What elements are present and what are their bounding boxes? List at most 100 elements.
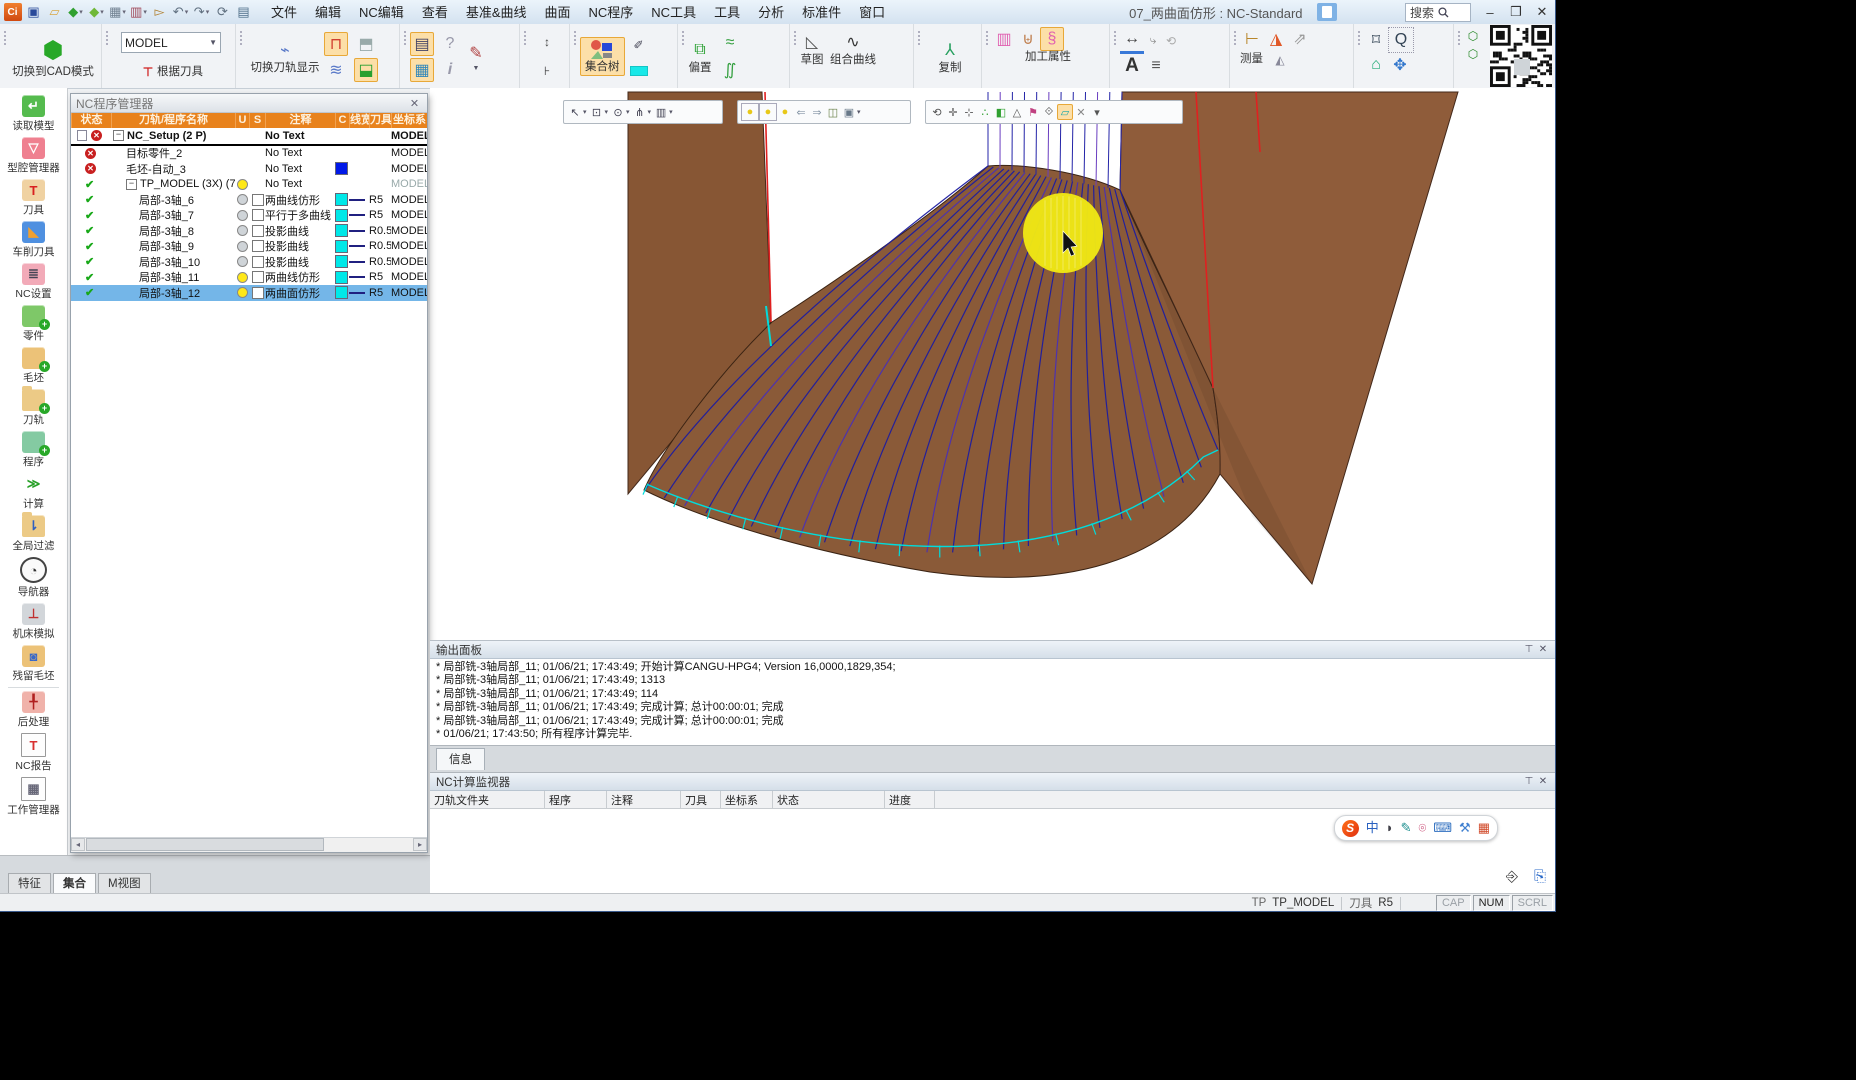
row-checkbox[interactable] — [252, 194, 264, 206]
table-row[interactable]: ✔局部-3轴_6两曲线仿形R5MODEL — [71, 192, 427, 208]
table-row[interactable]: ✕目标零件_2No TextMODEL — [71, 146, 427, 162]
next-state-icon[interactable]: ⇒ — [809, 104, 825, 120]
text-tool-icon[interactable]: A — [1120, 54, 1144, 78]
menu-item-11[interactable]: 标准件 — [793, 1, 850, 24]
bulb-off-icon[interactable] — [237, 241, 248, 252]
menu-item-8[interactable]: NC工具 — [642, 1, 705, 24]
sidebar-item-导航器[interactable]: ◔导航器 — [0, 557, 67, 599]
pocket-tool-icon[interactable]: ⊎ — [1016, 27, 1040, 51]
offset-button[interactable]: ⧉ 偏置 — [688, 38, 712, 75]
path-lines-toggle[interactable]: ≋ — [324, 58, 348, 82]
table-row[interactable]: ✕毛坯-自动_3No TextMODEL — [71, 161, 427, 177]
column-header-刀具[interactable]: 刀具 — [369, 113, 391, 128]
monitor-column-进度[interactable]: 进度 — [885, 791, 935, 808]
tab-info[interactable]: 信息 — [436, 748, 485, 770]
model-dropdown[interactable]: MODEL ▼ — [121, 32, 221, 53]
color-swatch[interactable] — [335, 286, 348, 299]
column-header-C[interactable]: C — [335, 113, 349, 128]
green-cube-toggle[interactable]: ⬓ — [354, 58, 378, 82]
select-circle-icon[interactable]: ⊙ — [610, 104, 626, 120]
sidebar-item-程序[interactable]: +程序 — [0, 431, 67, 469]
show-all-bulb-icon[interactable]: ● — [741, 103, 759, 121]
menu-item-7[interactable]: NC程序 — [580, 1, 643, 24]
collapse-icon[interactable]: − — [126, 179, 137, 190]
tree-dim-icon[interactable]: ⊦ — [538, 63, 556, 80]
row-checkbox[interactable] — [252, 271, 264, 283]
menu-item-4[interactable]: 查看 — [413, 1, 457, 24]
menu-item-2[interactable]: 编辑 — [306, 1, 350, 24]
reload-button[interactable]: ⟳ — [213, 2, 232, 22]
column-header-U[interactable]: U — [235, 113, 249, 128]
prev-state-icon[interactable]: ⇐ — [793, 104, 809, 120]
column-header-S[interactable]: S — [249, 113, 265, 128]
table-row[interactable]: ✔−TP_MODEL (3X) (7No TextMODEL — [71, 177, 427, 193]
bulb-on-icon[interactable] — [237, 287, 248, 298]
select-chain-icon[interactable]: ⋔ — [632, 104, 648, 120]
viewport-nav-icon[interactable]: ⎘ — [1534, 868, 1546, 885]
sidebar-item-型腔管理器[interactable]: ▽型腔管理器 — [0, 137, 67, 175]
row-checkbox[interactable] — [252, 225, 264, 237]
sidebar-item-残留毛坯[interactable]: ◙残留毛坯 — [0, 645, 67, 683]
show-tool-toggle[interactable]: ⊓ — [324, 32, 348, 56]
table-row[interactable]: ✔局部-3轴_12两曲面仿形R5MODEL — [71, 285, 427, 301]
surface-blend-icon[interactable]: ∬ — [718, 58, 742, 82]
column-header-坐标系[interactable]: 坐标系 — [391, 113, 427, 128]
sidebar-item-NC设置[interactable]: ≣NC设置 — [0, 263, 67, 301]
sidebar-item-NC报告[interactable]: TNC报告 — [0, 733, 67, 773]
horizontal-scrollbar[interactable]: ◂ ▸ — [71, 837, 427, 852]
cyan-swatch-icon[interactable] — [630, 66, 648, 76]
monitor-column-状态[interactable]: 状态 — [773, 791, 885, 808]
view-right-icon[interactable]: ⬡ — [1464, 45, 1482, 62]
bulb-off-icon[interactable] — [237, 210, 248, 221]
monitor-column-程序[interactable]: 程序 — [545, 791, 607, 808]
gauge-icon[interactable]: ⟐ — [1041, 104, 1057, 120]
scroll-left-icon[interactable]: ◂ — [71, 838, 85, 851]
zoom-window-icon[interactable]: ⌑ — [1364, 28, 1388, 52]
select-arrow-icon[interactable]: ↖ — [567, 104, 583, 120]
measure-ruler-icon[interactable]: ⊢ — [1240, 27, 1264, 51]
pocket-icon[interactable]: ▥ — [992, 27, 1016, 51]
tab-M视图[interactable]: M视图 — [98, 873, 151, 894]
color-swatch[interactable] — [335, 193, 348, 206]
bulb-off-icon[interactable] — [237, 194, 248, 205]
scroll-right-icon[interactable]: ▸ — [413, 838, 427, 851]
close-file-button[interactable]: ▻ — [150, 2, 169, 22]
row-checkbox[interactable] — [252, 256, 264, 268]
monitor-column-刀轨文件夹[interactable]: 刀轨文件夹 — [430, 791, 545, 808]
sidebar-item-全局过滤[interactable]: ⇂全局过滤 — [0, 515, 67, 553]
table-row[interactable]: ✕−NC_Setup (2 P)No TextMODEL — [71, 128, 427, 146]
sidebar-item-零件[interactable]: +零件 — [0, 305, 67, 343]
sidebar-item-车削刀具[interactable]: ◣车削刀具 — [0, 221, 67, 259]
composite-curve-button[interactable]: ∿ 组合曲线 — [830, 30, 876, 67]
by-tool-button[interactable]: ⊤ 根据刀具 — [139, 64, 203, 81]
sidebar-item-计算[interactable]: ≫计算 — [0, 473, 67, 511]
table-row[interactable]: ✔局部-3轴_7平行于多曲线R5MODEL — [71, 208, 427, 224]
ime-logo-icon[interactable]: S — [1342, 820, 1359, 837]
pin-icon[interactable]: ⊤ — [1522, 644, 1536, 655]
more-tools-icon[interactable]: ▾ — [1089, 104, 1105, 120]
row-checkbox[interactable] — [252, 240, 264, 252]
bulb-off-icon[interactable] — [237, 225, 248, 236]
column-header-状态[interactable]: 状态 — [71, 113, 111, 128]
monitor-column-注释[interactable]: 注释 — [607, 791, 681, 808]
color-swatch[interactable] — [335, 240, 348, 253]
minimize-button[interactable]: – — [1477, 1, 1503, 23]
assembly-tree-button[interactable]: 集合树 — [580, 37, 625, 76]
ime-grid-icon[interactable]: ▦ — [1478, 817, 1490, 839]
display-list-button[interactable]: ▤ — [234, 2, 253, 22]
undo-button[interactable]: ↶▾ — [171, 2, 190, 22]
search-input[interactable]: 搜索 — [1405, 3, 1471, 22]
table-row[interactable]: ✔局部-3轴_11两曲线仿形R5MODEL — [71, 270, 427, 286]
monitor-column-刀具[interactable]: 刀具 — [681, 791, 721, 808]
app-logo[interactable]: Ci — [3, 2, 22, 22]
mesh-icon[interactable]: △ — [1009, 104, 1025, 120]
linear-dim-icon[interactable]: ↔ — [1120, 27, 1144, 54]
snap-icon[interactable]: ⊹ — [961, 104, 977, 120]
color-swatch[interactable] — [335, 162, 348, 175]
menu-item-10[interactable]: 分析 — [749, 1, 793, 24]
ime-moon-icon[interactable]: ◗ — [1386, 817, 1394, 839]
column-header-线宽[interactable]: 线宽 — [349, 113, 369, 128]
ime-pen-icon[interactable]: ✎ — [1401, 817, 1412, 839]
scrollbar-thumb[interactable] — [86, 838, 324, 851]
bulb-off-icon[interactable] — [237, 256, 248, 267]
